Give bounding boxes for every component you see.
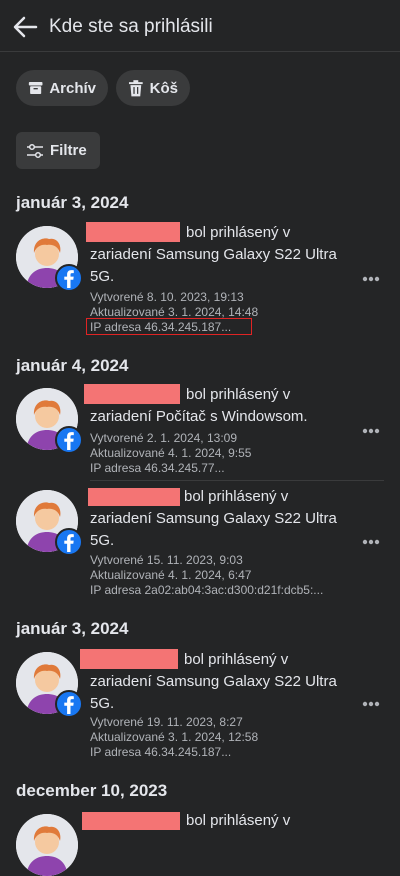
- filter-button[interactable]: Filtre: [16, 132, 100, 169]
- redacted-name: [80, 649, 178, 669]
- session-device: zariadení Samsung Galaxy S22 Ultra: [90, 510, 337, 527]
- updated-time: Aktualizované 3. 1. 2024, 14:48: [90, 305, 259, 319]
- updated-time: Aktualizované 3. 1. 2024, 12:58: [90, 730, 259, 744]
- ip-highlight-box: [86, 318, 252, 335]
- session-text: bol prihlásený v: [186, 386, 291, 403]
- avatar: [16, 814, 78, 876]
- ip-address: IP adresa 46.34.245.187...: [90, 745, 232, 759]
- avatar: [16, 388, 83, 454]
- session-device: zariadení Samsung Galaxy S22 Ultra: [90, 673, 337, 690]
- avatar: [16, 490, 83, 556]
- back-arrow-icon[interactable]: [12, 14, 38, 40]
- facebook-icon: [55, 690, 83, 718]
- session-device-cont: 5G.: [90, 268, 115, 285]
- more-options-icon[interactable]: [362, 276, 380, 282]
- updated-time: Aktualizované 4. 1. 2024, 9:55: [90, 446, 252, 460]
- session-text: bol prihlásený v: [186, 812, 291, 829]
- session-device: zariadení Samsung Galaxy S22 Ultra: [90, 246, 337, 263]
- ip-address: IP adresa 2a02:ab04:3ac:d300:d21f:dcb5:.…: [90, 583, 324, 597]
- divider: [90, 480, 384, 481]
- filter-label: Filtre: [50, 142, 87, 159]
- trash-label: Kôš: [149, 79, 178, 97]
- redacted-name: [82, 812, 180, 830]
- facebook-icon: [55, 264, 83, 292]
- archive-label: Archív: [49, 79, 96, 97]
- session-text: bol prihlásený v: [186, 224, 291, 241]
- facebook-icon: [55, 528, 83, 556]
- trash-button[interactable]: Kôš: [116, 70, 190, 106]
- date-heading: január 3, 2024: [16, 619, 129, 638]
- facebook-icon: [55, 426, 83, 454]
- date-heading: január 3, 2024: [16, 193, 129, 212]
- person-avatar-icon: [16, 814, 78, 876]
- ip-address: IP adresa 46.34.245.77...: [90, 461, 225, 475]
- session-device-cont: 5G.: [90, 695, 115, 712]
- date-heading: január 4, 2024: [16, 356, 129, 375]
- page-title: Kde ste sa prihlásili: [49, 16, 213, 37]
- more-options-icon[interactable]: [362, 701, 380, 707]
- top-bar: Kde ste sa prihlásili: [0, 0, 400, 52]
- trash-icon: [128, 79, 143, 96]
- redacted-name: [86, 222, 180, 242]
- created-time: Vytvorené 8. 10. 2023, 19:13: [90, 290, 244, 304]
- created-time: Vytvorené 2. 1. 2024, 13:09: [90, 431, 237, 445]
- date-heading: december 10, 2023: [16, 781, 168, 800]
- avatar: [16, 652, 83, 718]
- created-time: Vytvorené 19. 11. 2023, 8:27: [90, 715, 243, 729]
- more-options-icon[interactable]: [362, 428, 380, 434]
- avatar: [16, 226, 83, 292]
- more-options-icon[interactable]: [362, 539, 380, 545]
- session-text: bol prihlásený v: [184, 488, 289, 505]
- session-device: zariadení Počítač s Windowsom.: [90, 408, 308, 425]
- sliders-icon: [27, 143, 43, 158]
- archive-icon: [28, 82, 43, 94]
- archive-button[interactable]: Archív: [16, 70, 108, 106]
- session-device-cont: 5G.: [90, 532, 115, 549]
- updated-time: Aktualizované 4. 1. 2024, 6:47: [90, 568, 252, 582]
- created-time: Vytvorené 15. 11. 2023, 9:03: [90, 553, 243, 567]
- redacted-name: [84, 384, 180, 404]
- session-text: bol prihlásený v: [184, 651, 289, 668]
- redacted-name: [88, 488, 180, 506]
